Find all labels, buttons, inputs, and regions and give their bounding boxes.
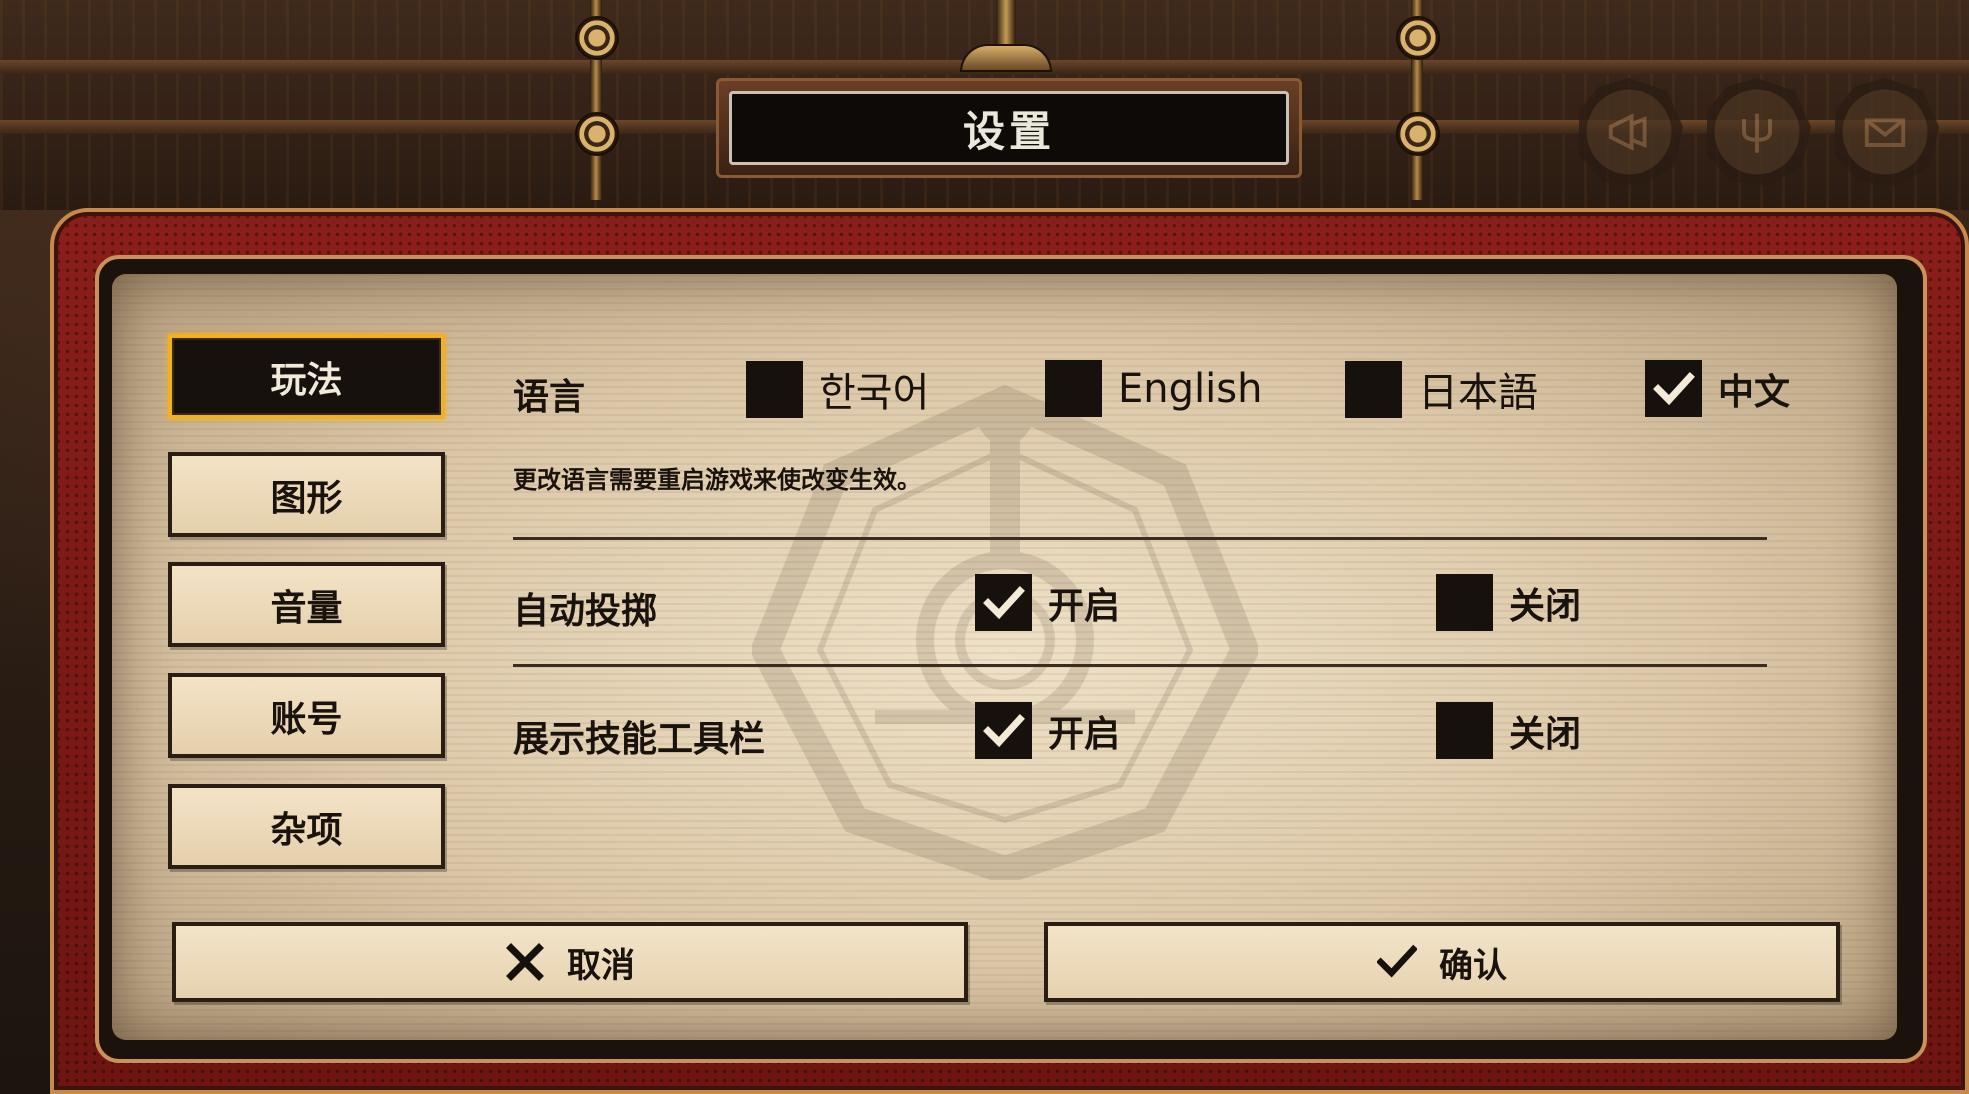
skill-toolbar-on-option[interactable]: 开启 bbox=[975, 702, 1120, 759]
language-option-korean[interactable]: 한국어 bbox=[746, 360, 929, 418]
divider bbox=[513, 537, 1767, 540]
language-option-japanese[interactable]: 日本語 bbox=[1345, 360, 1538, 418]
language-option-chinese[interactable]: 中文 bbox=[1645, 360, 1790, 417]
title-hanger-base bbox=[960, 44, 1052, 72]
tab-label: 杂项 bbox=[270, 809, 343, 851]
tab-volume[interactable]: 音量 bbox=[168, 562, 445, 647]
checkmark-icon bbox=[1377, 944, 1417, 978]
tab-label: 音量 bbox=[270, 587, 343, 629]
confirm-button[interactable]: 确认 bbox=[1044, 922, 1840, 1002]
close-icon bbox=[506, 943, 544, 981]
tab-gameplay[interactable]: 玩法 bbox=[168, 334, 445, 419]
rivet-icon bbox=[1396, 112, 1440, 156]
rivet-icon bbox=[575, 16, 619, 60]
tab-misc[interactable]: 杂项 bbox=[168, 784, 445, 869]
checkbox-unchecked[interactable] bbox=[1436, 702, 1493, 759]
auto-throw-label: 自动投掷 bbox=[513, 591, 658, 632]
option-label: 开启 bbox=[1048, 585, 1121, 627]
auto-throw-off-option[interactable]: 关闭 bbox=[1436, 574, 1581, 631]
language-option-english[interactable]: English bbox=[1045, 360, 1262, 417]
checkbox-unchecked[interactable] bbox=[1045, 360, 1102, 417]
option-label: 日本語 bbox=[1418, 370, 1538, 416]
cancel-button-label: 取消 bbox=[567, 945, 635, 986]
page-title: 设置 bbox=[729, 91, 1289, 165]
option-label: 开启 bbox=[1048, 713, 1121, 755]
option-label: 中文 bbox=[1718, 371, 1791, 413]
confirm-button-label: 确认 bbox=[1439, 945, 1507, 986]
option-label: 关闭 bbox=[1509, 585, 1582, 627]
divider bbox=[513, 664, 1767, 667]
language-label: 语言 bbox=[513, 377, 586, 418]
tab-label: 图形 bbox=[270, 477, 343, 519]
language-restart-hint: 更改语言需要重启游戏来使改变生效。 bbox=[513, 466, 921, 494]
skill-toolbar-off-option[interactable]: 关闭 bbox=[1436, 702, 1581, 759]
cancel-button[interactable]: 取消 bbox=[172, 922, 968, 1002]
tab-label: 账号 bbox=[270, 698, 343, 740]
rivet-icon bbox=[575, 112, 619, 156]
option-label: English bbox=[1118, 365, 1263, 412]
checkmark-icon bbox=[1652, 371, 1695, 405]
option-label: 한국어 bbox=[819, 370, 930, 416]
tab-account[interactable]: 账号 bbox=[168, 673, 445, 758]
checkmark-icon bbox=[982, 585, 1025, 619]
checkbox-unchecked[interactable] bbox=[1436, 574, 1493, 631]
checkbox-unchecked[interactable] bbox=[746, 360, 803, 418]
mail-icon-glyph bbox=[1864, 118, 1906, 147]
title-banner: 设置 bbox=[716, 78, 1302, 178]
option-label: 关闭 bbox=[1509, 713, 1582, 755]
tab-graphics[interactable]: 图形 bbox=[168, 452, 445, 537]
checkbox-checked[interactable] bbox=[975, 702, 1032, 759]
megaphone-icon-glyph bbox=[1608, 113, 1647, 151]
auto-throw-on-option[interactable]: 开启 bbox=[975, 574, 1120, 631]
trident-icon-glyph bbox=[1742, 113, 1772, 153]
checkbox-checked[interactable] bbox=[975, 574, 1032, 631]
rivet-icon bbox=[1396, 16, 1440, 60]
checkbox-checked[interactable] bbox=[1645, 360, 1702, 417]
skill-toolbar-label: 展示技能工具栏 bbox=[513, 719, 766, 760]
checkbox-unchecked[interactable] bbox=[1345, 360, 1402, 418]
tab-label: 玩法 bbox=[270, 359, 343, 401]
checkmark-icon bbox=[982, 713, 1025, 747]
